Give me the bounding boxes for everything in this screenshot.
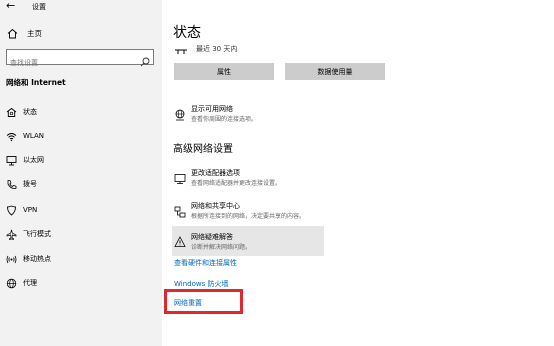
home-label: 主页 <box>27 28 42 38</box>
network-status-icon <box>174 44 188 54</box>
network-troubleshooter[interactable]: 网络疑难解答 诊断并解决网络问题。 <box>172 226 324 256</box>
back-button[interactable]: ← <box>6 0 15 12</box>
wifi-icon <box>5 130 17 142</box>
properties-button[interactable]: 属性 <box>174 63 274 80</box>
sidebar-item-wlan[interactable]: WLAN <box>0 126 162 146</box>
sidebar-item-label: 移动热点 <box>23 255 51 263</box>
main-content: 状态 最近 30 天内 属性 数据使用量 显示可用网络 查看你周围的连接选项。 … <box>162 0 554 346</box>
show-available-networks[interactable]: 显示可用网络 查看你周围的连接选项。 <box>172 102 324 126</box>
entry-desc: 诊断并解决网络问题。 <box>191 244 252 251</box>
entry-title: 网络疑难解答 <box>191 233 233 241</box>
sidebar-item-dialup[interactable]: 拨号 <box>0 174 162 194</box>
sidebar-item-vpn[interactable]: VPN <box>0 200 162 220</box>
windows-firewall-link[interactable]: Windows 防火墙 <box>174 279 228 289</box>
sidebar-item-hotspot[interactable]: 移动热点 <box>0 249 162 269</box>
entry-title: 更改适配器选项 <box>191 169 240 177</box>
network-sharing-center[interactable]: 网络和共享中心 根据所连接到的网络，决定要共享的内容。 <box>172 199 324 223</box>
status-text: 最近 30 天内 <box>196 45 238 53</box>
search-input[interactable] <box>7 56 131 70</box>
sidebar-item-label: 以太网 <box>23 156 44 164</box>
monitor-icon <box>174 170 186 184</box>
sidebar-item-proxy[interactable]: 代理 <box>0 273 162 293</box>
airplane-icon <box>5 228 17 240</box>
sidebar-item-label: VPN <box>23 206 38 214</box>
sidebar: ← 设置 主页 网络和 Internet 状态 WLAN 以太网 <box>0 0 162 346</box>
sidebar-item-ethernet[interactable]: 以太网 <box>0 150 162 170</box>
sidebar-item-airplane[interactable]: 飞行模式 <box>0 224 162 244</box>
ethernet-icon <box>5 154 17 166</box>
sidebar-item-label: 状态 <box>23 108 37 116</box>
home-globe-icon <box>5 106 17 118</box>
entry-title: 显示可用网络 <box>191 105 233 113</box>
title-bar: ← 设置 <box>0 0 162 14</box>
highlight-annotation-box <box>164 289 243 314</box>
sidebar-item-status[interactable]: 状态 <box>0 102 162 122</box>
entry-desc: 根据所连接到的网络，决定要共享的内容。 <box>191 213 306 220</box>
sidebar-item-label: 飞行模式 <box>23 230 51 238</box>
section-title: 网络和 Internet <box>6 78 66 87</box>
data-usage-button[interactable]: 数据使用量 <box>285 63 385 80</box>
advanced-heading: 高级网络设置 <box>173 144 233 155</box>
change-adapter-options[interactable]: 更改适配器选项 查看网络适配器并更改连接设置。 <box>172 166 324 190</box>
globe-icon <box>5 277 17 289</box>
home-icon <box>6 27 18 39</box>
page-title: 状态 <box>173 25 201 41</box>
sidebar-item-label: 代理 <box>23 279 37 287</box>
hardware-properties-link[interactable]: 查看硬件和连接属性 <box>174 258 237 268</box>
search-icon[interactable] <box>140 52 150 67</box>
hotspot-icon <box>5 253 17 265</box>
sharing-center-icon <box>174 203 186 218</box>
warning-icon <box>174 233 186 247</box>
entry-desc: 查看你周围的连接选项。 <box>191 116 258 123</box>
sidebar-item-label: WLAN <box>23 132 45 140</box>
vpn-icon <box>5 204 17 216</box>
entry-desc: 查看网络适配器并更改连接设置。 <box>191 180 282 187</box>
home-nav-item[interactable]: 主页 <box>6 26 156 40</box>
status-row: 最近 30 天内 <box>174 43 237 55</box>
app-title: 设置 <box>32 3 46 11</box>
network-globe-icon <box>174 106 186 121</box>
sidebar-item-label: 拨号 <box>23 180 37 188</box>
entry-title: 网络和共享中心 <box>191 202 240 210</box>
search-box[interactable] <box>6 49 154 70</box>
phone-icon <box>5 178 17 190</box>
